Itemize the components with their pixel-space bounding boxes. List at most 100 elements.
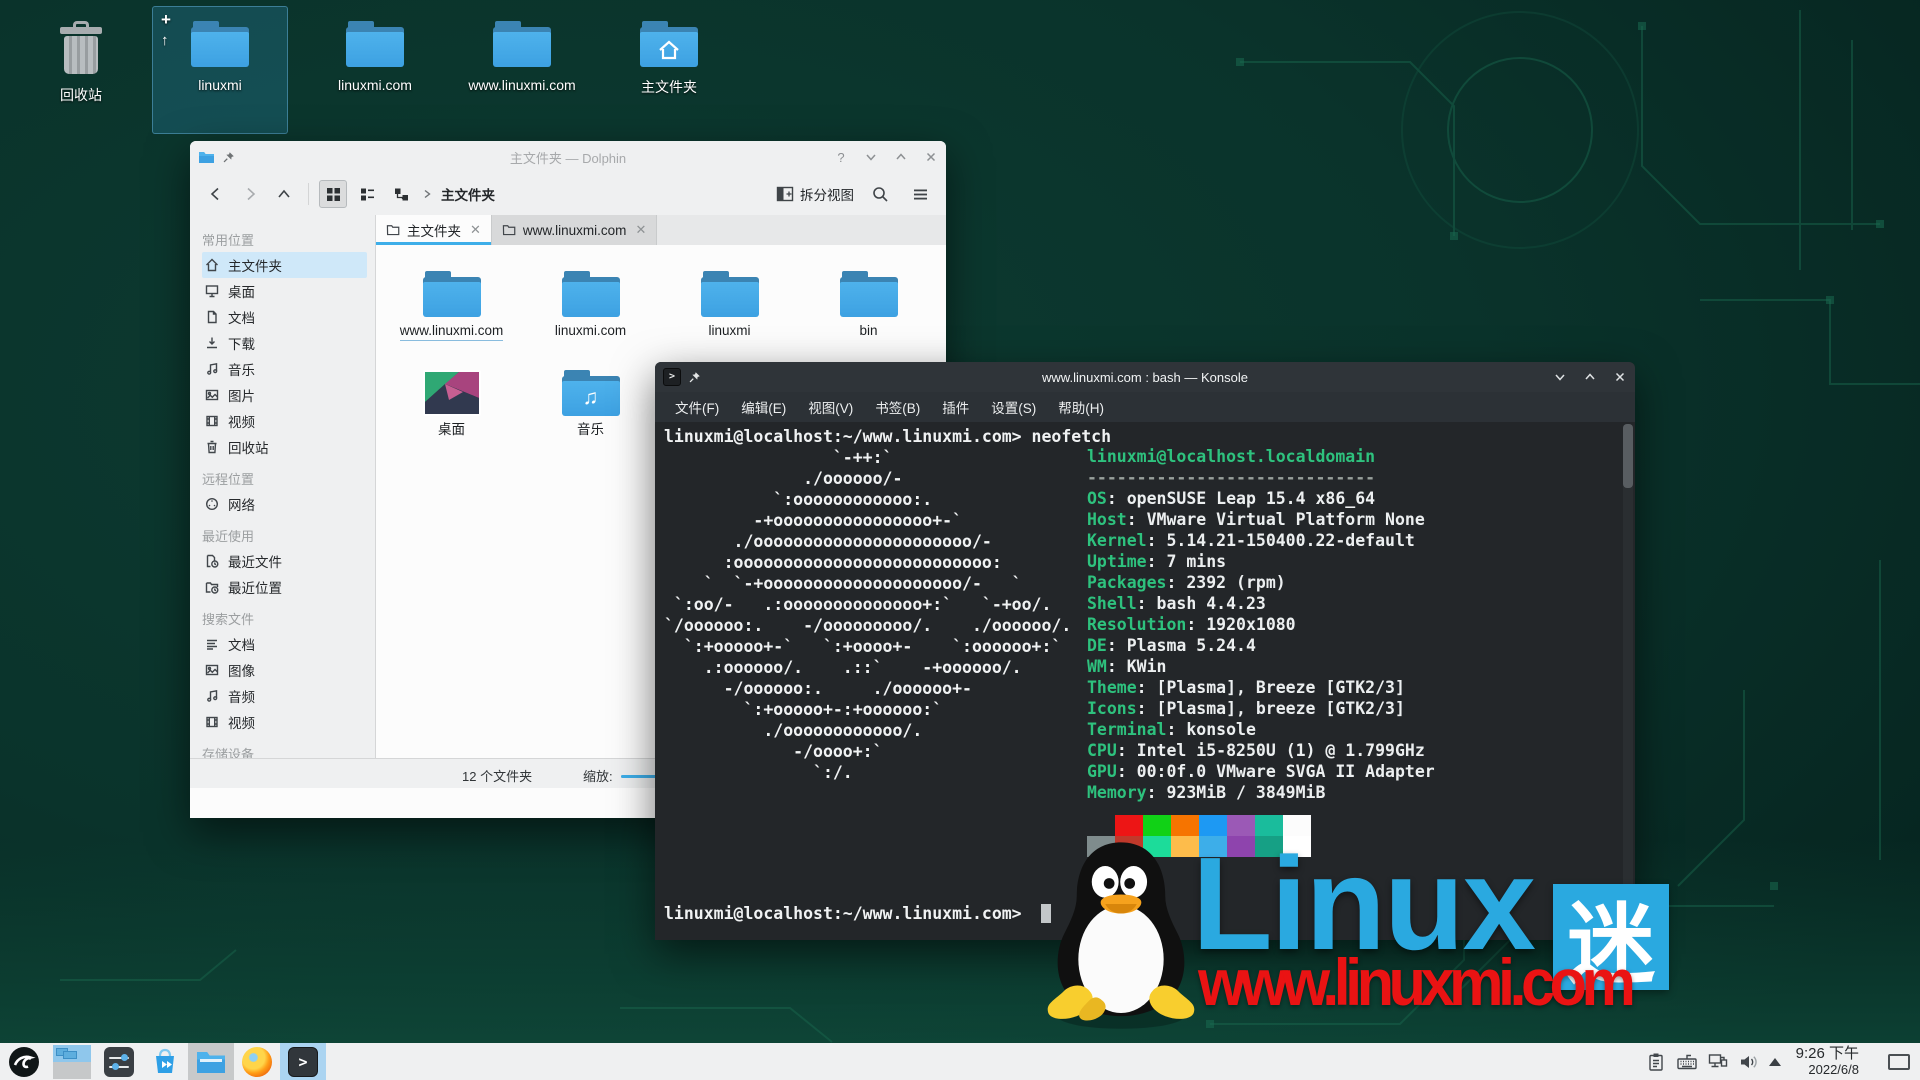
desktop-icon-linuxmi.com[interactable]: linuxmi.com	[307, 6, 443, 134]
file-音乐[interactable]: ♫音乐	[521, 370, 660, 469]
folder-icon: ♫	[562, 370, 620, 416]
palette-row-1	[1087, 815, 1311, 836]
tab-www.linuxmi.com[interactable]: www.linuxmi.com✕	[492, 215, 657, 245]
file-linuxmi[interactable]: linuxmi	[660, 271, 799, 370]
desktop-icon-主文件夹[interactable]: 主文件夹	[601, 6, 737, 134]
sidebar-item-video[interactable]: 视频	[202, 709, 367, 735]
konsole-icon: >	[288, 1047, 318, 1077]
breadcrumb[interactable]: 主文件夹	[441, 184, 495, 204]
sidebar-item-music[interactable]: 音频	[202, 683, 367, 709]
taskbar-dolphin[interactable]	[188, 1043, 234, 1080]
split-view-label: 拆分视图	[800, 184, 854, 204]
sidebar-item-doc[interactable]: 文档	[202, 304, 367, 330]
hamburger-menu-button[interactable]	[906, 180, 934, 208]
sidebar-item-home[interactable]: 主文件夹	[202, 252, 367, 278]
desktop-icon-label: linuxmi	[198, 77, 242, 93]
sidebar-item-recentfolder[interactable]: 最近位置	[202, 574, 367, 600]
terminal-area[interactable]: linuxmi@localhost:~/www.linuxmi.com> neo…	[655, 422, 1635, 940]
digital-clock[interactable]: 9:26 下午 2022/6/8	[1796, 1045, 1859, 1077]
minimize-button[interactable]	[1553, 370, 1567, 384]
scrollbar-thumb[interactable]	[1623, 424, 1633, 488]
sidebar-item-trash[interactable]: 回收站	[202, 434, 367, 460]
image-icon	[204, 662, 220, 678]
sidebar-item-label: 主文件夹	[228, 255, 282, 275]
menu-视图(V)[interactable]: 视图(V)	[798, 393, 863, 421]
taskbar-konsole[interactable]: >	[280, 1043, 326, 1080]
taskbar-firefox[interactable]	[234, 1043, 280, 1080]
menu-编辑(E)[interactable]: 编辑(E)	[731, 393, 796, 421]
pager-desktop-1[interactable]	[53, 1045, 91, 1062]
tray-network-icon[interactable]	[1707, 1051, 1729, 1073]
home-icon	[204, 257, 220, 273]
pin-icon[interactable]	[688, 371, 701, 384]
desktop-icon-label: www.linuxmi.com	[468, 77, 575, 93]
konsole-titlebar[interactable]: > www.linuxmi.com : bash — Konsole	[655, 362, 1635, 392]
tree-view-button[interactable]	[387, 180, 415, 208]
file-桌面[interactable]: 桌面	[382, 370, 521, 469]
taskbar-system-settings[interactable]	[96, 1043, 142, 1080]
sidebar-item-image[interactable]: 图像	[202, 657, 367, 683]
taskbar-discover[interactable]	[142, 1043, 188, 1080]
up-button[interactable]	[270, 180, 298, 208]
split-view-button[interactable]: 拆分视图	[776, 184, 854, 204]
taskbar-opensuse-launcher[interactable]	[0, 1043, 48, 1080]
file-bin[interactable]: bin	[799, 271, 938, 370]
tab-label: 主文件夹	[407, 220, 461, 240]
terminal-scrollbar[interactable]	[1623, 424, 1633, 936]
search-button[interactable]	[866, 180, 894, 208]
menu-插件[interactable]: 插件	[932, 393, 979, 421]
tray-volume-icon[interactable]	[1738, 1051, 1760, 1073]
show-desktop-button[interactable]	[1888, 1054, 1910, 1070]
folder-icon	[640, 21, 698, 67]
sidebar-item-network[interactable]: 网络	[202, 491, 367, 517]
sidebar-item-label: 最近文件	[228, 551, 282, 571]
icons-view-button[interactable]	[319, 180, 347, 208]
sidebar-item-image[interactable]: 图片	[202, 382, 367, 408]
sidebar-item-download[interactable]: 下载	[202, 330, 367, 356]
desktop-icon-linuxmi[interactable]: linuxmi+↑	[152, 6, 288, 134]
close-button[interactable]	[924, 150, 938, 164]
help-button[interactable]: ?	[834, 150, 848, 164]
maximize-button[interactable]	[1583, 370, 1597, 384]
tray-clipboard-icon[interactable]	[1645, 1051, 1667, 1073]
menu-文件(F)[interactable]: 文件(F)	[665, 393, 729, 421]
terminal-cursor	[1041, 904, 1051, 923]
tray-expander-icon[interactable]	[1769, 1058, 1781, 1066]
sidebar-item-desktop[interactable]: 桌面	[202, 278, 367, 304]
virtual-desktop-pager[interactable]	[53, 1045, 91, 1079]
tab-close-icon[interactable]: ✕	[470, 222, 481, 238]
emblem-update-icon: ↑	[161, 33, 169, 48]
pager-desktop-2[interactable]	[53, 1062, 91, 1079]
dolphin-titlebar[interactable]: 主文件夹 — Dolphin ?	[190, 141, 946, 173]
sidebar-item-music[interactable]: 音乐	[202, 356, 367, 382]
maximize-button[interactable]	[894, 150, 908, 164]
pin-icon[interactable]	[222, 151, 235, 164]
forward-button[interactable]	[236, 180, 264, 208]
konsole-window[interactable]: > www.linuxmi.com : bash — Konsole 文件(F)…	[655, 362, 1635, 940]
minimize-button[interactable]	[864, 150, 878, 164]
details-view-button[interactable]	[353, 180, 381, 208]
menu-设置(S)[interactable]: 设置(S)	[981, 393, 1046, 421]
sidebar-item-recentdoc[interactable]: 最近文件	[202, 548, 367, 574]
file-www.linuxmi.com[interactable]: www.linuxmi.com	[382, 271, 521, 370]
sidebar-item-label: 最近位置	[228, 577, 282, 597]
back-button[interactable]	[202, 180, 230, 208]
sidebar-item-label: 音乐	[228, 359, 255, 379]
menu-书签(B)[interactable]: 书签(B)	[865, 393, 930, 421]
file-linuxmi.com[interactable]: linuxmi.com	[521, 271, 660, 370]
dolphin-toolbar: 主文件夹 拆分视图	[190, 173, 946, 215]
tab-close-icon[interactable]: ✕	[635, 222, 646, 238]
sidebar-item-video[interactable]: 视频	[202, 408, 367, 434]
tray-keyboard-icon[interactable]	[1676, 1051, 1698, 1073]
color-swatch	[1171, 836, 1199, 857]
tab-主文件夹[interactable]: 主文件夹 ✕	[376, 215, 492, 245]
desktop-icon-www.linuxmi.com[interactable]: www.linuxmi.com	[454, 6, 590, 134]
menu-帮助(H)[interactable]: 帮助(H)	[1048, 393, 1114, 421]
places-section: 搜索文件文档图像音频视频	[202, 600, 375, 735]
desktop-icon-回收站[interactable]: 回收站	[13, 6, 149, 134]
folder-icon	[493, 21, 551, 67]
sidebar-item-lines[interactable]: 文档	[202, 631, 367, 657]
close-button[interactable]	[1613, 370, 1627, 384]
sidebar-item-label: 文档	[228, 307, 255, 327]
split-view-icon	[776, 186, 794, 202]
